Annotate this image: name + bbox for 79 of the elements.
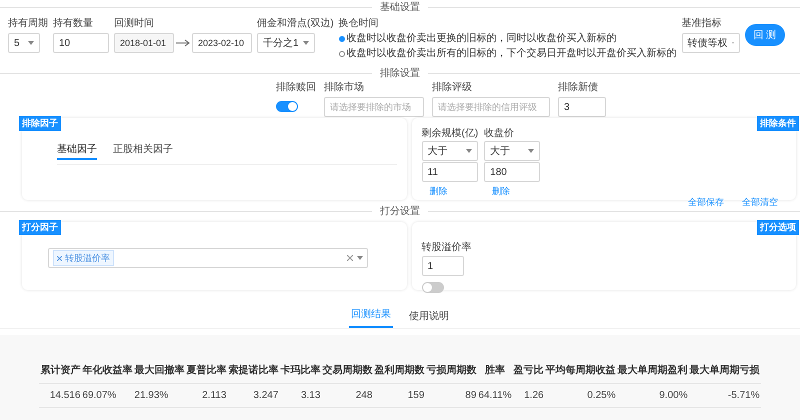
toggle-switch[interactable] [422, 282, 444, 293]
field-label: 回测时间 [114, 16, 155, 30]
field-label: 持有周期 [8, 16, 48, 30]
weight-input[interactable]: 1 [422, 256, 464, 276]
field-label: 转股溢价率 [422, 240, 472, 254]
operator-select[interactable]: 大于 [484, 141, 540, 161]
column-header: 交易周期数 [321, 357, 374, 384]
operator-select[interactable]: 大于 [422, 141, 478, 161]
card-tag: 打分因子 [19, 220, 61, 235]
card-tag: 排除条件 [757, 116, 799, 131]
table-cell: 69.07% [81, 384, 134, 408]
benchmark-select[interactable]: 转债等权 [682, 33, 740, 53]
caret-icon [28, 41, 34, 45]
column-header: 最大单周期亏损 [688, 357, 761, 384]
table-cell: 159 [373, 384, 426, 408]
field-label: 排除市场 [324, 80, 365, 94]
caret-icon [357, 256, 363, 260]
new-bond-input[interactable]: 3 [558, 97, 606, 117]
table-cell: 21.93% [133, 384, 186, 408]
end-date-input[interactable]: 2023-02-10 [192, 33, 252, 53]
field-label: 排除评级 [432, 80, 473, 94]
rating-select[interactable]: 请选择要排除的信用评级 [432, 97, 550, 117]
section-title: 基础设置 [379, 0, 421, 14]
table-cell: 3.13 [279, 384, 322, 408]
column-header: 亏损周期数 [425, 357, 478, 384]
value-input[interactable]: 11 [422, 162, 478, 182]
start-date-input[interactable]: 2018-01-01 [114, 33, 174, 53]
column-header: 平均每周期收益 [544, 357, 617, 384]
table-cell: 0.25% [544, 384, 617, 408]
radio-button[interactable] [338, 51, 345, 57]
column-header: 索提诺比率 [227, 357, 280, 384]
column-header: 最大回撤率 [133, 357, 186, 384]
column-header: 盈亏比 [512, 357, 545, 384]
field-label: 剩余规模(亿) [422, 126, 478, 140]
radio-label[interactable]: 收盘时以收盘价卖出更换的旧标的，同时以收盘价买入新标的 [346, 33, 617, 45]
value-input[interactable]: 180 [484, 162, 540, 182]
column-header: 胜率 [477, 357, 513, 384]
column-header: 年化收益率 [81, 357, 134, 384]
table-cell: 2.113 [185, 384, 228, 408]
arrow-icon [176, 39, 190, 47]
caret-icon [528, 149, 534, 153]
table-cell: 89 [425, 384, 478, 408]
factor-tab[interactable]: 基础因子 [57, 142, 97, 160]
column-header: 盈利周期数 [373, 357, 426, 384]
field-label: 排除新债 [558, 80, 599, 94]
toggle-switch[interactable] [276, 101, 298, 112]
card-tag: 打分选项 [757, 220, 799, 235]
commission-select[interactable]: 千分之1 [257, 33, 315, 53]
field-label: 排除赎回 [276, 80, 316, 94]
radio-button[interactable] [338, 36, 345, 42]
table-cell: 64.11% [477, 384, 513, 408]
field-label: 基准指标 [682, 16, 723, 30]
table-cell: 1.26 [512, 384, 545, 408]
radio-label[interactable]: 收盘时以收盘价卖出所有的旧标的，下个交易日开盘时以开盘价买入新标的 [346, 48, 677, 60]
factor-tab[interactable]: 正股相关因子 [113, 142, 173, 160]
table-cell: 9.00% [616, 384, 689, 408]
column-header: 最大单周期盈利 [616, 357, 689, 384]
count-input[interactable]: 10 [53, 33, 109, 53]
table-cell: 3.247 [227, 384, 280, 408]
table-cell: 248 [321, 384, 374, 408]
close-icon[interactable] [57, 256, 62, 260]
field-label: 佣金和滑点(双边) [257, 16, 334, 30]
field-label: 收盘价 [484, 127, 516, 140]
section-title: 排除设置 [379, 66, 421, 80]
clear-icon[interactable] [347, 255, 353, 261]
result-tab[interactable]: 使用说明 [407, 309, 451, 328]
caret-icon [303, 41, 309, 45]
table-cell: -5.71% [688, 384, 761, 408]
field-label: 换仓时间 [338, 16, 380, 30]
market-select[interactable]: 请选择要排除的市场 [324, 97, 424, 117]
column-header: 卡玛比率 [279, 357, 322, 384]
card-tag: 排除因子 [19, 116, 61, 131]
caret-icon [466, 149, 472, 153]
column-header: 累计资产 [39, 357, 82, 384]
field-label: 持有数量 [53, 16, 94, 30]
column-header: 夏普比率 [185, 357, 228, 384]
table-cell: 14.516 [39, 384, 82, 408]
period-select[interactable]: 5 [8, 33, 40, 53]
section-title: 打分设置 [379, 204, 421, 218]
